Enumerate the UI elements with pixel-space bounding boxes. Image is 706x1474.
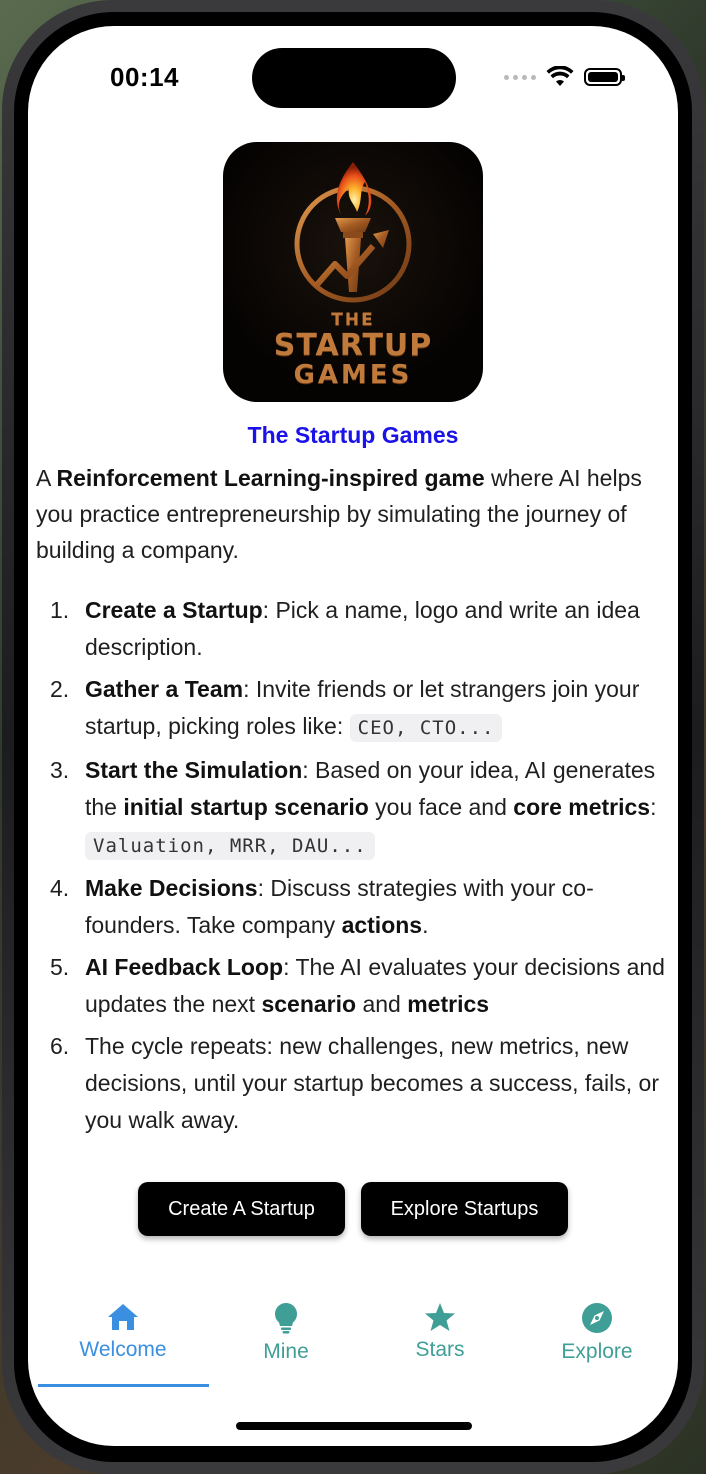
metrics-code: Valuation, MRR, DAU... bbox=[85, 832, 375, 860]
create-startup-button[interactable]: Create A Startup bbox=[138, 1182, 345, 1236]
home-indicator[interactable] bbox=[236, 1422, 472, 1430]
logo-text-startup: STARTUP bbox=[273, 328, 433, 363]
list-item: 3. Start the Simulation: Based on your id… bbox=[36, 752, 672, 865]
status-time: 00:14 bbox=[110, 62, 179, 92]
battery-icon bbox=[584, 68, 625, 86]
dynamic-island bbox=[252, 48, 456, 108]
active-tab-indicator bbox=[38, 1384, 209, 1387]
tab-label: Mine bbox=[263, 1340, 309, 1363]
cellular-signal-icon bbox=[504, 74, 536, 80]
status-icons bbox=[504, 66, 625, 88]
logo-text-the: THE bbox=[331, 310, 375, 330]
home-icon bbox=[108, 1304, 138, 1330]
list-item: 4. Make Decisions: Discuss strategies wit… bbox=[50, 875, 594, 938]
roles-code: CEO, CTO... bbox=[349, 714, 503, 742]
step-title: Gather a Team bbox=[85, 676, 244, 702]
compass-icon bbox=[582, 1303, 612, 1333]
app-screen: 00:14 THE STARTUP GAMES The Startup Game… bbox=[28, 26, 678, 1446]
lightbulb-icon bbox=[274, 1303, 298, 1334]
step-title: Start the Simulation bbox=[85, 757, 303, 783]
app-title: The Startup Games bbox=[247, 422, 459, 448]
list-item: 5. AI Feedback Loop: The AI evaluates you… bbox=[50, 954, 665, 1017]
tab-label: Welcome bbox=[79, 1338, 167, 1361]
step-title: Make Decisions bbox=[85, 875, 258, 901]
tab-mine[interactable]: Mine bbox=[228, 1302, 344, 1392]
intro-paragraph: A Reinforcement Learning-inspired game w… bbox=[36, 465, 642, 563]
tab-explore[interactable]: Explore bbox=[528, 1302, 666, 1392]
action-buttons: Create A Startup Explore Startups bbox=[28, 1182, 678, 1236]
tab-bar: Welcome Mine Stars Explore bbox=[28, 1302, 678, 1392]
star-icon bbox=[425, 1303, 455, 1331]
list-item: 6. The cycle repeats: new challenges, new… bbox=[50, 1033, 659, 1133]
explore-startups-button[interactable]: Explore Startups bbox=[361, 1182, 568, 1236]
step-title: AI Feedback Loop bbox=[85, 954, 284, 980]
intro-highlight: Reinforcement Learning-inspired game bbox=[56, 465, 485, 491]
tab-label: Explore bbox=[561, 1340, 633, 1363]
list-item: 1. Create a Startup: Pick a name, logo an… bbox=[50, 597, 640, 660]
wifi-icon bbox=[546, 66, 574, 86]
steps-list: 1. Create a Startup: Pick a name, logo an… bbox=[36, 592, 672, 1144]
step-title: Create a Startup bbox=[85, 597, 263, 623]
tab-stars[interactable]: Stars bbox=[378, 1302, 502, 1392]
app-logo: THE STARTUP GAMES bbox=[223, 142, 483, 402]
tab-welcome[interactable]: Welcome bbox=[38, 1302, 208, 1392]
list-item: 2. Gather a Team: Invite friends or let s… bbox=[36, 671, 672, 747]
logo-text-games: GAMES bbox=[293, 360, 413, 390]
tab-label: Stars bbox=[415, 1338, 465, 1361]
